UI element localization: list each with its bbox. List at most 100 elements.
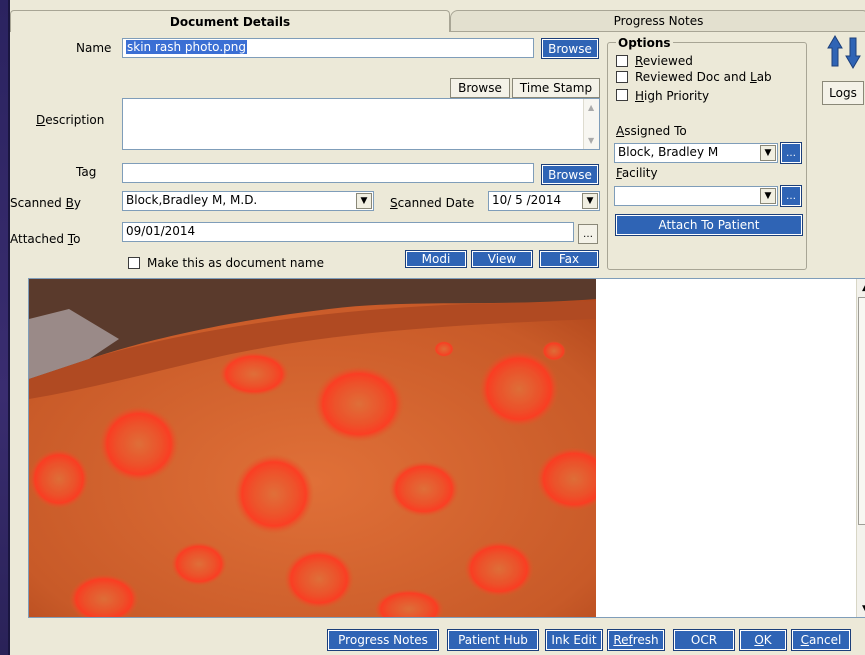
attached-to-ellipsis-button[interactable]: … — [578, 224, 598, 244]
tag-label: Tag — [76, 165, 97, 179]
assigned-to-value: Block, Bradley M — [618, 145, 719, 159]
ellipsis-icon: … — [583, 228, 593, 240]
scanned-by-value: Block,Bradley M, M.D. — [126, 193, 258, 207]
refresh-label-u: Ref — [613, 633, 633, 647]
modi-button[interactable]: Modi — [405, 250, 467, 268]
refresh-label: Refresh — [613, 633, 658, 647]
ellipsis-icon: … — [786, 147, 796, 159]
description-textarea[interactable]: ▲ ▼ — [122, 98, 600, 150]
logs-button[interactable]: Logs — [822, 81, 864, 105]
scanned-by-label-u: B — [65, 196, 74, 210]
name-field[interactable]: skin rash photo.png — [122, 38, 534, 58]
reviewed-doc-lab-label: Reviewed Doc and Lab — [635, 70, 772, 84]
tab-progress-notes[interactable]: Progress Notes — [450, 10, 865, 32]
high-priority-checkbox[interactable] — [616, 89, 628, 101]
facility-select[interactable]: ▼ — [614, 186, 778, 206]
name-label: Name — [76, 41, 112, 55]
ok-button[interactable]: OK — [739, 629, 787, 651]
patient-hub-button[interactable]: Patient Hub — [447, 629, 539, 651]
scanned-date-picker[interactable]: 10/ 5 /2014 ▼ — [488, 191, 600, 211]
tab-document-details-label: Document Details — [169, 14, 291, 29]
high-priority-label-rest: igh Priority — [644, 89, 710, 103]
scanned-by-label: Scanned By — [10, 196, 81, 210]
sort-arrows-icon[interactable] — [826, 34, 862, 70]
scroll-up-icon: ▲ — [588, 103, 595, 112]
name-browse-label: Browse — [548, 41, 592, 56]
scanned-by-select[interactable]: Block,Bradley M, M.D. ▼ — [122, 191, 374, 211]
description-label-rest: escription — [45, 113, 105, 127]
description-scrollbar[interactable]: ▲ ▼ — [583, 99, 599, 149]
view-button[interactable]: View — [471, 250, 533, 268]
tab-document-details[interactable]: Document Details — [10, 10, 450, 32]
tag-field[interactable] — [122, 163, 534, 183]
facility-label-rest: acility — [621, 166, 658, 180]
document-image — [29, 279, 596, 617]
attach-to-patient-button[interactable]: Attach To Patient — [615, 214, 803, 236]
logs-label: Logs — [829, 86, 857, 100]
cancel-button[interactable]: Cancel — [791, 629, 851, 651]
attached-to-label-a: Attached — [10, 232, 68, 246]
cancel-label: Cancel — [801, 633, 842, 647]
browse-label: Browse — [458, 81, 502, 95]
refresh-label-rest: resh — [632, 633, 659, 647]
attached-to-value: 09/01/2014 — [126, 224, 196, 238]
assigned-to-label-u: A — [616, 124, 625, 138]
name-browse-button[interactable]: Browse — [541, 38, 599, 59]
chevron-down-icon[interactable]: ▼ — [760, 188, 776, 204]
patient-hub-label: Patient Hub — [458, 633, 528, 647]
scroll-up-icon[interactable]: ▲ — [857, 279, 865, 296]
reviewed-label-u: R — [635, 54, 643, 68]
assigned-to-label: Assigned To — [616, 124, 687, 138]
view-label: View — [487, 252, 517, 266]
attached-to-label: Attached To — [10, 232, 80, 246]
scroll-down-icon: ▼ — [588, 136, 595, 145]
make-doc-name-checkbox[interactable] — [128, 257, 140, 269]
facility-label: Facility — [616, 166, 658, 180]
tag-browse-button[interactable]: Browse — [541, 164, 599, 185]
document-window: Document Details Progress Notes Name ski… — [8, 0, 865, 655]
reviewed-doc-lab-label-a: Reviewed Doc and — [635, 70, 751, 84]
reviewed-checkbox[interactable] — [616, 55, 628, 67]
ink-edit-label: Ink Edit — [551, 633, 597, 647]
cancel-label-u: C — [800, 633, 810, 647]
viewer-scrollbar[interactable]: ▲ ▼ — [856, 279, 865, 617]
ocr-button[interactable]: OCR — [673, 629, 735, 651]
ellipsis-icon: … — [786, 190, 796, 202]
time-stamp-button[interactable]: Time Stamp — [512, 78, 600, 98]
browse-button[interactable]: Browse — [450, 78, 510, 98]
reviewed-doc-lab-checkbox[interactable] — [616, 71, 628, 83]
attached-to-label-b: o — [73, 232, 81, 246]
scanned-by-label-b: y — [73, 196, 81, 210]
fax-button[interactable]: Fax — [539, 250, 599, 268]
assigned-to-select[interactable]: Block, Bradley M ▼ — [614, 143, 778, 163]
facility-ellipsis-button[interactable]: … — [780, 185, 802, 207]
assigned-to-ellipsis-button[interactable]: … — [780, 142, 802, 164]
attach-to-patient-label: Attach To Patient — [658, 218, 760, 232]
tag-browse-label: Browse — [548, 167, 592, 182]
refresh-button[interactable]: Refresh — [607, 629, 665, 651]
chevron-down-icon[interactable]: ▼ — [356, 193, 372, 209]
description-label: Description — [36, 113, 104, 127]
chevron-down-icon[interactable]: ▼ — [582, 193, 598, 209]
ok-label-rest: K — [763, 633, 772, 647]
ocr-label: OCR — [690, 633, 718, 647]
scanned-date-label-u: S — [390, 196, 398, 210]
high-priority-label: High Priority — [635, 89, 709, 103]
scanned-by-label-a: Scanned — [10, 196, 66, 210]
scanned-date-label: Scanned Date — [390, 196, 474, 210]
reviewed-doc-lab-label-b: ab — [756, 70, 772, 84]
chevron-down-icon[interactable]: ▼ — [760, 145, 776, 161]
scroll-down-icon[interactable]: ▼ — [857, 600, 865, 617]
attached-to-field[interactable]: 09/01/2014 — [122, 222, 574, 242]
image-viewer[interactable]: ▲ ▼ — [28, 278, 865, 618]
reviewed-label: Reviewed — [635, 54, 693, 68]
ink-edit-button[interactable]: Ink Edit — [545, 629, 603, 651]
tab-progress-notes-label: Progress Notes — [613, 14, 704, 28]
reviewed-label-rest: eviewed — [642, 54, 693, 68]
scroll-thumb[interactable] — [858, 297, 865, 525]
scanned-date-label-b: canned Date — [397, 196, 475, 210]
time-stamp-label: Time Stamp — [519, 81, 593, 95]
progress-notes-button[interactable]: Progress Notes — [327, 629, 439, 651]
reviewed-doc-lab-label-u: L — [750, 70, 757, 84]
scanned-date-value: 10/ 5 /2014 — [492, 193, 562, 207]
